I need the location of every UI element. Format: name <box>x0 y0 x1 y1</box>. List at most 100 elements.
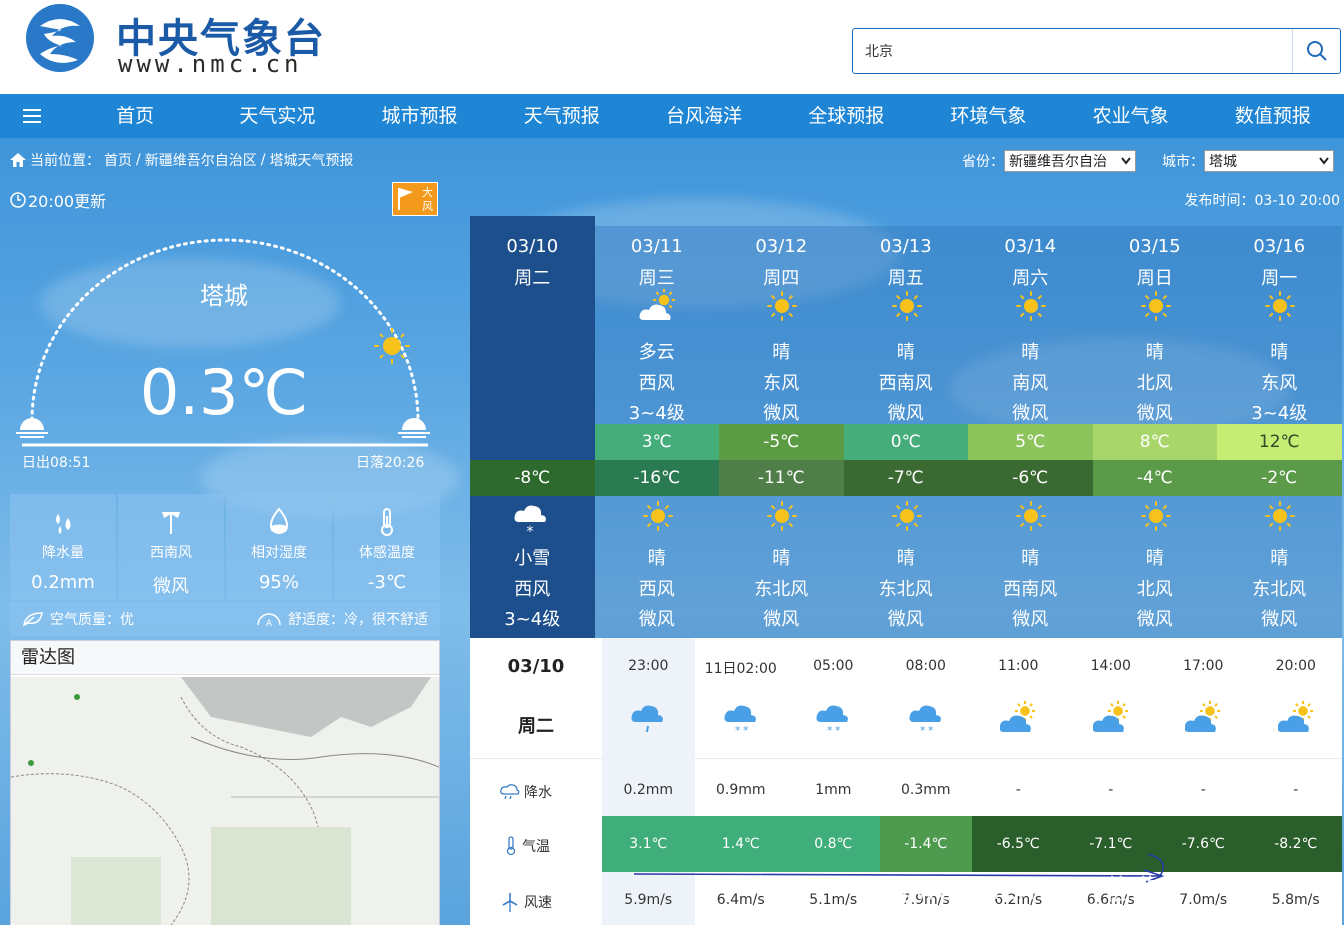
sun-icon <box>1260 498 1298 538</box>
nav-item[interactable]: 全球预报 <box>775 94 917 138</box>
stat-humidity: 相对湿度 95% <box>226 494 332 600</box>
row-label-text: 气温 <box>522 839 550 855</box>
forecast-low-temp: -6℃ <box>968 460 1093 496</box>
province-label: 省份： <box>962 154 1004 170</box>
hourly-time: 05:00 <box>813 658 854 674</box>
forecast-low-temp: -11℃ <box>719 460 844 496</box>
city-select[interactable]: 塔城 <box>1204 150 1334 172</box>
nav-item[interactable]: 环境气象 <box>917 94 1059 138</box>
nmc-logo-icon[interactable] <box>22 2 98 74</box>
svg-text:*: * <box>928 724 934 736</box>
sun-icon <box>1011 288 1049 324</box>
forecast-day-weather: 晴 <box>1270 342 1289 363</box>
row-label-text: 降水 <box>524 785 552 801</box>
menu-button[interactable] <box>0 94 64 138</box>
radar-map[interactable] <box>11 677 439 925</box>
sun-icon <box>887 498 925 538</box>
stat-value: 95% <box>258 572 299 593</box>
forecast-date: 03/13 <box>879 236 932 257</box>
search-button[interactable] <box>1292 29 1340 73</box>
hourly-wind: 5.1m/s <box>809 892 858 908</box>
hourly-precip: - <box>1293 782 1299 798</box>
raindrops-icon <box>56 514 71 534</box>
hourly-precip: 0.9mm <box>715 782 766 798</box>
hourly-temp: -8.2℃ <box>1249 816 1342 872</box>
search-input[interactable] <box>853 29 1289 73</box>
nav-item[interactable]: 天气预报 <box>491 94 633 138</box>
sun-icon <box>638 498 676 538</box>
breadcrumb-sep: / <box>136 152 141 168</box>
forecast-day-weather: 晴 <box>772 342 791 363</box>
forecast-night-wind-dir: 西南风 <box>1003 579 1058 600</box>
forecast-night-wind-dir: 东北风 <box>754 579 809 600</box>
radar-panel: 雷达图 <box>10 640 440 925</box>
forecast-night-wind-level: 3~4级 <box>504 609 561 630</box>
logo-title-en[interactable]: www.nmc.cn <box>118 50 303 78</box>
forecast-night-wind-dir: 东北风 <box>1252 579 1307 600</box>
warning-line2: 风 <box>422 200 433 213</box>
forecast-night-wind-dir: 西风 <box>638 579 675 600</box>
svg-text:*: * <box>735 724 741 736</box>
air-quality[interactable]: 空气质量：优 <box>22 609 134 629</box>
nav-item[interactable]: 台风海洋 <box>633 94 775 138</box>
breadcrumb: 当前位置： 首页 / 新疆维吾尔自治区 / 塔城天气预报 <box>10 150 353 170</box>
forecast-high-temp: 5℃ <box>968 424 1093 460</box>
forecast-day-wind-level: 3~4级 <box>628 403 685 424</box>
nav-item[interactable]: 天气实况 <box>206 94 348 138</box>
main-nav: 首页 天气实况 城市预报 天气预报 台风海洋 全球预报 环境气象 农业气象 数值预报 <box>0 94 1344 138</box>
forecast-night-weather: 晴 <box>647 548 666 569</box>
forecast-weekday: 周日 <box>1136 268 1173 289</box>
rain-cloud-icon <box>500 784 520 800</box>
sun-icon <box>1260 288 1298 324</box>
forecast-night-wind-level: 微风 <box>887 609 924 630</box>
province-select[interactable]: 新疆维吾尔自治 <box>1004 150 1136 172</box>
chevron-down-icon <box>1319 157 1329 165</box>
svg-text:A: A <box>266 619 273 627</box>
nav-item[interactable]: 首页 <box>64 94 206 138</box>
hourly-column[interactable]: 20:00 - 5.8m/s <box>1250 638 1343 925</box>
forecast-low-temp: -7℃ <box>843 460 968 496</box>
wind-vane-icon <box>162 512 180 534</box>
hourly-column[interactable]: 17:00 - 7.0m/s <box>1157 638 1250 925</box>
wind-warning-badge[interactable]: 大 风 <box>392 182 438 216</box>
hourly-date: 03/10 <box>507 656 565 677</box>
forecast-night-wind-dir: 北风 <box>1136 579 1173 600</box>
hourly-precip: - <box>1015 782 1021 798</box>
forecast-day-wind-level: 微风 <box>1136 403 1173 424</box>
sun-icon <box>1136 498 1174 538</box>
breadcrumb-home[interactable]: 首页 <box>104 150 132 170</box>
forecast-day-wind-dir: 西南风 <box>878 373 933 394</box>
forecast-day[interactable]: 03/10 周二 * 小雪 西风 3~4级 <box>470 216 595 638</box>
hourly-precip: 0.2mm <box>623 782 674 798</box>
forecast-weekday: 周三 <box>638 268 675 289</box>
forecast-date: 03/16 <box>1253 236 1306 257</box>
svg-text:*: * <box>827 724 833 736</box>
forecast-high-temp: 0℃ <box>843 424 968 460</box>
forecast-night-weather: 晴 <box>896 548 915 569</box>
partly-cloudy-icon <box>1092 700 1129 736</box>
forecast-day-wind-dir: 东风 <box>763 373 800 394</box>
breadcrumb-current: 塔城天气预报 <box>269 153 354 169</box>
nav-item[interactable]: 数值预报 <box>1202 94 1344 138</box>
breadcrumb-province[interactable]: 新疆维吾尔自治区 <box>145 150 257 170</box>
forecast-night-wind-level: 微风 <box>1261 609 1298 630</box>
forecast-night-wind-level: 微风 <box>1136 609 1173 630</box>
leaf-icon <box>23 612 43 627</box>
nav-item[interactable]: 城市预报 <box>348 94 490 138</box>
svg-text:*: * <box>527 524 534 538</box>
air-quality-bar: 空气质量：优 A 舒适度：冷，很不舒适 <box>10 602 440 636</box>
sun-icon <box>1011 498 1049 538</box>
forecast-weekday: 周二 <box>514 268 551 289</box>
forecast-weekday: 周六 <box>1012 268 1049 289</box>
current-stats: 降水量 0.2mm 西南风 微风 相对湿度 95% 体感温度 -3℃ <box>10 494 440 600</box>
forecast-night-weather: 小雪 <box>514 548 551 569</box>
comfort-index[interactable]: A 舒适度：冷，很不舒适 <box>256 609 428 629</box>
city-label: 城市： <box>1162 154 1204 170</box>
forecast-low-temp: -4℃ <box>1092 460 1217 496</box>
forecast-date: 03/10 <box>506 236 559 257</box>
forecast-day-weather: 多云 <box>638 342 675 363</box>
nav-item[interactable]: 农业气象 <box>1060 94 1202 138</box>
sun-icon <box>762 498 800 538</box>
air-quality-text: 空气质量：优 <box>50 612 134 628</box>
forecast-night-weather: 晴 <box>1021 548 1040 569</box>
